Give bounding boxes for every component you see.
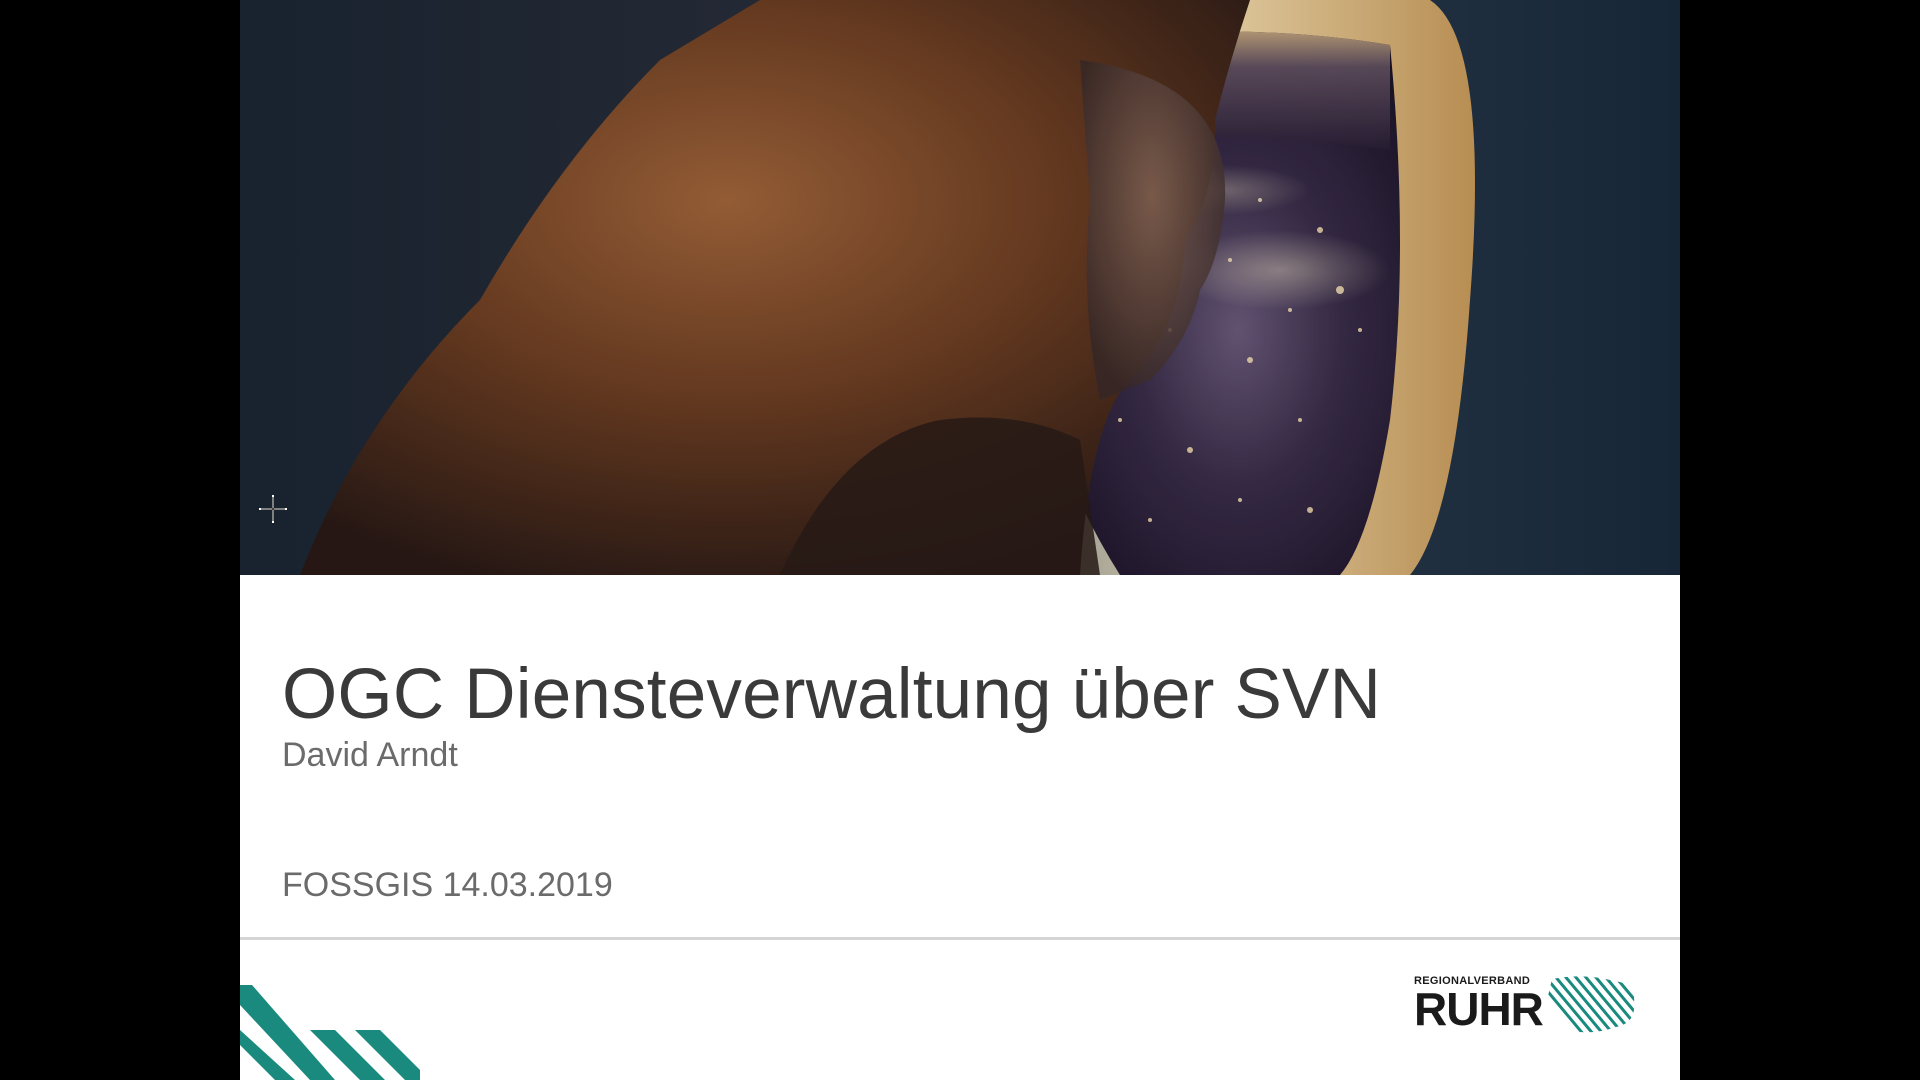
- corner-stripes-decoration: [240, 985, 420, 1080]
- author-name: David Arndt: [282, 736, 458, 774]
- event-date-line: FOSSGIS 14.03.2019: [282, 866, 613, 904]
- slide-title: OGC Diensteverwaltung über SVN: [282, 655, 1382, 734]
- presentation-slide: OGC Diensteverwaltung über SVN David Arn…: [240, 0, 1680, 1080]
- crosshair-move-icon: [259, 495, 287, 523]
- diagonal-stripes-icon: [1544, 976, 1635, 1033]
- footer-divider: [240, 937, 1680, 940]
- hero-image: [240, 0, 1680, 575]
- logo-big-text: RUHR: [1414, 983, 1544, 1035]
- airplane-window-photo: [240, 0, 1680, 575]
- regionalverband-ruhr-logo: REGIONALVERBAND RUHR: [1414, 975, 1644, 1035]
